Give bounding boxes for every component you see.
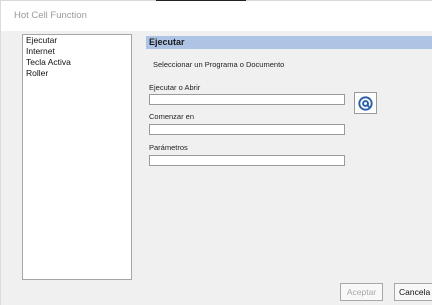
section-title: Ejecutar xyxy=(149,37,185,47)
at-sign-browse-icon xyxy=(358,95,373,111)
title-bar: Hot Cell Function xyxy=(1,1,432,31)
browse-button[interactable] xyxy=(354,92,377,114)
run-input[interactable] xyxy=(149,94,345,105)
start-in-label: Comenzar en xyxy=(149,112,195,121)
list-item-ejecutar[interactable]: Ejecutar xyxy=(23,35,131,46)
start-in-input[interactable] xyxy=(149,124,345,135)
cancel-button[interactable]: Cancela xyxy=(394,283,432,301)
params-label: Parámetros xyxy=(149,143,188,152)
params-input[interactable] xyxy=(149,155,345,166)
window-title: Hot Cell Function xyxy=(14,10,87,21)
run-label: Ejecutar o Abrir xyxy=(149,83,201,92)
section-subtitle: Seleccionar un Programa o Documento xyxy=(153,60,285,69)
function-list[interactable]: Ejecutar Internet Tecla Activa Roller xyxy=(22,34,132,280)
section-header: Ejecutar xyxy=(146,36,432,49)
accept-button[interactable]: Aceptar xyxy=(340,283,383,301)
list-item-roller[interactable]: Roller xyxy=(23,68,131,79)
list-item-internet[interactable]: Internet xyxy=(23,46,131,57)
list-item-tecla-activa[interactable]: Tecla Activa xyxy=(23,57,131,68)
hot-cell-dialog: Hot Cell Function Ejecutar Internet Tecl… xyxy=(0,1,432,305)
